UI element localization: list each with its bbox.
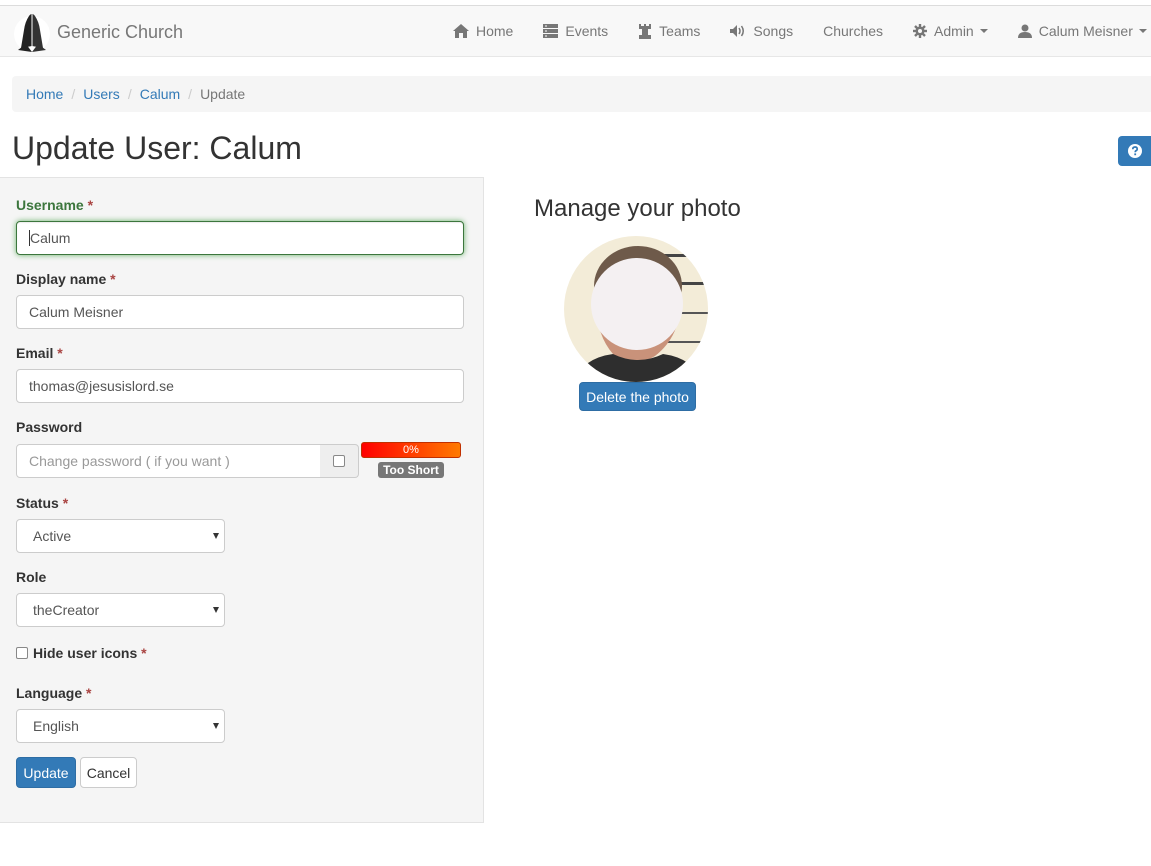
password-label: Password [16, 419, 83, 435]
required-mark: * [141, 645, 147, 661]
nav-admin-label: Admin [934, 23, 974, 39]
server-icon [543, 24, 559, 38]
nav-home[interactable]: Home [438, 6, 528, 56]
cog-icon [913, 24, 928, 38]
hide-user-icons-checkbox[interactable] [16, 647, 28, 659]
nav-songs[interactable]: Songs [715, 6, 808, 56]
role-value: theCreator [33, 602, 100, 618]
tower-icon [638, 23, 652, 39]
nav-admin-dropdown[interactable]: Admin [898, 6, 1003, 56]
photo-section-title: Manage your photo [534, 195, 741, 222]
role-select[interactable]: theCreator [16, 593, 225, 627]
nav-teams-label: Teams [659, 23, 701, 39]
help-button[interactable] [1118, 136, 1151, 166]
hide-user-icons-label: Hide user icons [33, 645, 138, 661]
caret-down-icon [1138, 29, 1147, 33]
password-strength-label: Too Short [378, 462, 444, 478]
nav-churches[interactable]: Churches [808, 6, 898, 56]
navbar: Generic Church Home Events Teams Songs C… [0, 6, 1151, 57]
display-name-value: Calum Meisner [29, 304, 124, 320]
nav-user-dropdown[interactable]: Calum Meisner [1003, 6, 1151, 56]
role-label: Role [16, 569, 47, 585]
volume-icon [730, 25, 746, 37]
hide-user-icons-row: Hide user icons * [16, 645, 147, 661]
show-password-checkbox[interactable] [333, 455, 345, 467]
status-select[interactable]: Active [16, 519, 225, 553]
nav-songs-label: Songs [753, 23, 794, 39]
show-password-addon [320, 444, 359, 478]
nav-events[interactable]: Events [528, 6, 623, 56]
brand-name: Generic Church [57, 21, 184, 42]
breadcrumb-separator: / [188, 86, 193, 102]
nav-user-label: Calum Meisner [1038, 23, 1133, 39]
breadcrumb-users[interactable]: Users [83, 86, 120, 102]
praying-hands-logo [14, 14, 50, 52]
nav-churches-label: Churches [823, 23, 884, 39]
cancel-button[interactable]: Cancel [80, 757, 137, 788]
email-input[interactable]: thomas@jesusislord.se [16, 369, 464, 403]
question-circle-icon [1127, 144, 1142, 158]
required-mark: * [57, 345, 63, 361]
user-photo [564, 236, 708, 382]
language-select[interactable]: English [16, 709, 225, 743]
required-mark: * [62, 495, 69, 511]
password-input[interactable]: Change password ( if you want ) [16, 444, 321, 478]
breadcrumb-calum[interactable]: Calum [140, 86, 180, 102]
password-strength-meter: 0% [361, 442, 461, 458]
breadcrumb-separator: / [71, 86, 76, 102]
breadcrumb-separator: / [127, 86, 132, 102]
language-value: English [33, 718, 79, 734]
status-label: Status * [16, 495, 69, 511]
language-label: Language * [16, 685, 92, 701]
brand[interactable]: Generic Church [12, 10, 183, 54]
display-name-label: Display name * [16, 271, 116, 287]
dropdown-arrow-icon [213, 607, 219, 613]
home-icon [453, 24, 469, 38]
delete-photo-button[interactable]: Delete the photo [579, 382, 696, 411]
required-mark: * [110, 271, 116, 287]
dropdown-arrow-icon [213, 723, 219, 729]
required-mark: * [87, 197, 94, 213]
user-icon [1017, 24, 1032, 38]
username-label: Username * [16, 197, 94, 213]
caret-down-icon [979, 29, 988, 33]
username-input[interactable]: Calum [16, 221, 464, 255]
email-label: Email * [16, 345, 63, 361]
nav-home-label: Home [476, 23, 514, 39]
dropdown-arrow-icon [213, 533, 219, 539]
status-value: Active [33, 528, 72, 544]
breadcrumb-home[interactable]: Home [26, 86, 63, 102]
breadcrumb-active: Update [200, 86, 246, 102]
required-mark: * [86, 685, 92, 701]
main-nav: Home Events Teams Songs Churches Admin C… [438, 6, 1151, 56]
display-name-input[interactable]: Calum Meisner [16, 295, 464, 329]
username-value: Calum [30, 230, 71, 246]
password-placeholder: Change password ( if you want ) [29, 453, 230, 469]
email-value: thomas@jesusislord.se [29, 378, 174, 394]
nav-events-label: Events [565, 23, 609, 39]
nav-teams[interactable]: Teams [623, 6, 715, 56]
update-button[interactable]: Update [16, 757, 76, 788]
page-title: Update User: Calum [12, 130, 302, 166]
breadcrumb: Home / Users / Calum / Update [12, 76, 1151, 112]
